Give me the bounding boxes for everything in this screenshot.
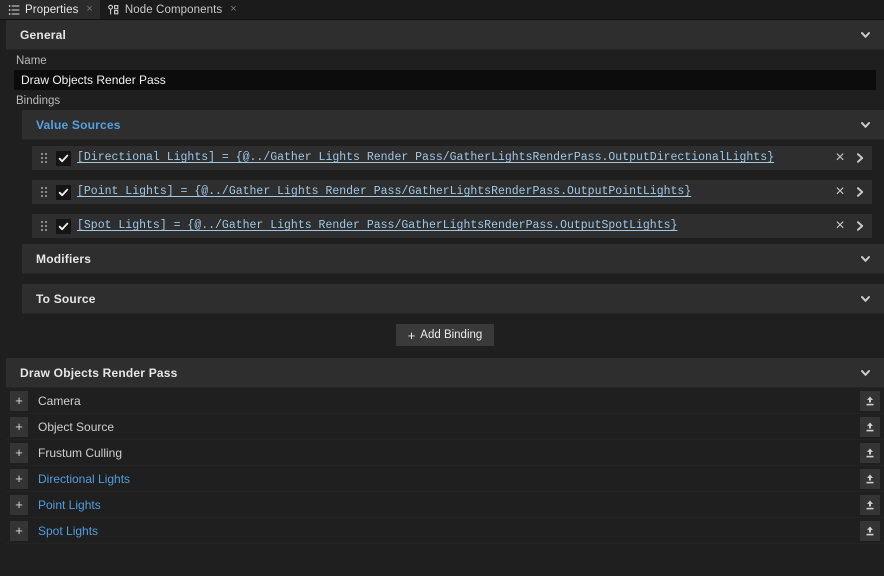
binding-row[interactable]: [Spot Lights] = {@../Gather Lights Rende…: [32, 214, 872, 238]
add-binding-bar: + Add Binding: [6, 314, 884, 358]
expand-button[interactable]: +: [10, 495, 28, 515]
remove-binding-icon[interactable]: ×: [830, 148, 850, 168]
tab-bar: Properties × Node Components ×: [0, 0, 884, 20]
property-row[interactable]: + Point Lights: [6, 492, 884, 518]
property-row[interactable]: + Object Source: [6, 414, 884, 440]
tab-node-components-close-icon[interactable]: ×: [230, 4, 236, 15]
group-general-header[interactable]: General: [6, 20, 884, 50]
name-input[interactable]: [14, 70, 876, 90]
binding-enabled-checkbox[interactable]: [56, 219, 71, 234]
remove-binding-icon[interactable]: ×: [830, 216, 850, 236]
binding-expression[interactable]: [Spot Lights] = {@../Gather Lights Rende…: [77, 215, 830, 237]
binding-enabled-checkbox[interactable]: [56, 185, 71, 200]
property-name: Object Source: [38, 420, 860, 434]
property-row[interactable]: + Frustum Culling: [6, 440, 884, 466]
group-modifiers: Modifiers: [22, 244, 884, 274]
drag-handle-icon[interactable]: [36, 184, 52, 200]
tab-node-components[interactable]: Node Components ×: [100, 0, 244, 19]
group-value-sources: Value Sources: [22, 110, 884, 140]
group-modifiers-title: Modifiers: [36, 252, 859, 266]
property-name: Frustum Culling: [38, 446, 860, 460]
upload-icon[interactable]: [860, 521, 880, 541]
group-draw-objects-render-pass-title: Draw Objects Render Pass: [20, 366, 859, 380]
add-binding-label: Add Binding: [420, 329, 482, 341]
group-value-sources-title: Value Sources: [36, 118, 859, 132]
expand-button[interactable]: +: [10, 443, 28, 463]
group-to-source-header[interactable]: To Source: [22, 284, 884, 314]
upload-icon[interactable]: [860, 469, 880, 489]
chevron-right-icon[interactable]: [850, 216, 870, 236]
bindings-label: Bindings: [0, 90, 884, 110]
chevron-right-icon[interactable]: [850, 148, 870, 168]
upload-icon[interactable]: [860, 391, 880, 411]
binding-expression[interactable]: [Directional Lights] = {@../Gather Light…: [77, 147, 830, 169]
remove-binding-icon[interactable]: ×: [830, 182, 850, 202]
tab-node-components-label: Node Components: [125, 4, 222, 16]
group-draw-objects-render-pass: Draw Objects Render Pass: [6, 358, 884, 388]
expand-button[interactable]: +: [10, 521, 28, 541]
property-name: Camera: [38, 394, 860, 408]
binding-row[interactable]: [Directional Lights] = {@../Gather Light…: [32, 146, 872, 170]
binding-expression[interactable]: [Point Lights] = {@../Gather Lights Rend…: [77, 181, 830, 203]
group-to-source-title: To Source: [36, 292, 859, 306]
chevron-down-icon: [859, 28, 872, 41]
binding-rows: [Directional Lights] = {@../Gather Light…: [22, 140, 884, 244]
properties-panel: General Name Bindings Value Sources: [0, 20, 884, 576]
group-draw-objects-render-pass-header[interactable]: Draw Objects Render Pass: [6, 358, 884, 388]
drag-handle-icon[interactable]: [36, 218, 52, 234]
binding-row[interactable]: [Point Lights] = {@../Gather Lights Rend…: [32, 180, 872, 204]
group-general: General Name: [6, 20, 884, 90]
chevron-down-icon: [859, 366, 872, 379]
chevron-down-icon: [859, 118, 872, 131]
property-row[interactable]: + Directional Lights: [6, 466, 884, 492]
list-icon: [8, 4, 20, 16]
upload-icon[interactable]: [860, 417, 880, 437]
panel-left-strip: [0, 20, 6, 576]
property-row[interactable]: + Spot Lights: [6, 518, 884, 544]
expand-button[interactable]: +: [10, 469, 28, 489]
property-name: Point Lights: [38, 498, 860, 512]
drag-handle-icon[interactable]: [36, 150, 52, 166]
group-modifiers-header[interactable]: Modifiers: [22, 244, 884, 274]
chevron-down-icon: [859, 292, 872, 305]
name-field-label: Name: [6, 50, 884, 70]
add-binding-button[interactable]: + Add Binding: [396, 324, 495, 346]
upload-icon[interactable]: [860, 495, 880, 515]
property-row[interactable]: + Camera: [6, 388, 884, 414]
chevron-down-icon: [859, 252, 872, 265]
property-name: Spot Lights: [38, 524, 860, 538]
property-name: Directional Lights: [38, 472, 860, 486]
spacer: [0, 274, 884, 284]
group-to-source: To Source: [22, 284, 884, 314]
tab-properties[interactable]: Properties ×: [0, 0, 100, 19]
node-graph-icon: [108, 4, 120, 16]
tab-properties-close-icon[interactable]: ×: [86, 4, 92, 15]
property-rows: + Camera + Object Source + Frustum Culli: [6, 388, 884, 544]
plus-icon: +: [408, 329, 416, 342]
group-general-title: General: [20, 28, 859, 42]
expand-button[interactable]: +: [10, 391, 28, 411]
expand-button[interactable]: +: [10, 417, 28, 437]
binding-enabled-checkbox[interactable]: [56, 151, 71, 166]
tab-properties-label: Properties: [25, 4, 78, 16]
chevron-right-icon[interactable]: [850, 182, 870, 202]
group-value-sources-header[interactable]: Value Sources: [22, 110, 884, 140]
upload-icon[interactable]: [860, 443, 880, 463]
